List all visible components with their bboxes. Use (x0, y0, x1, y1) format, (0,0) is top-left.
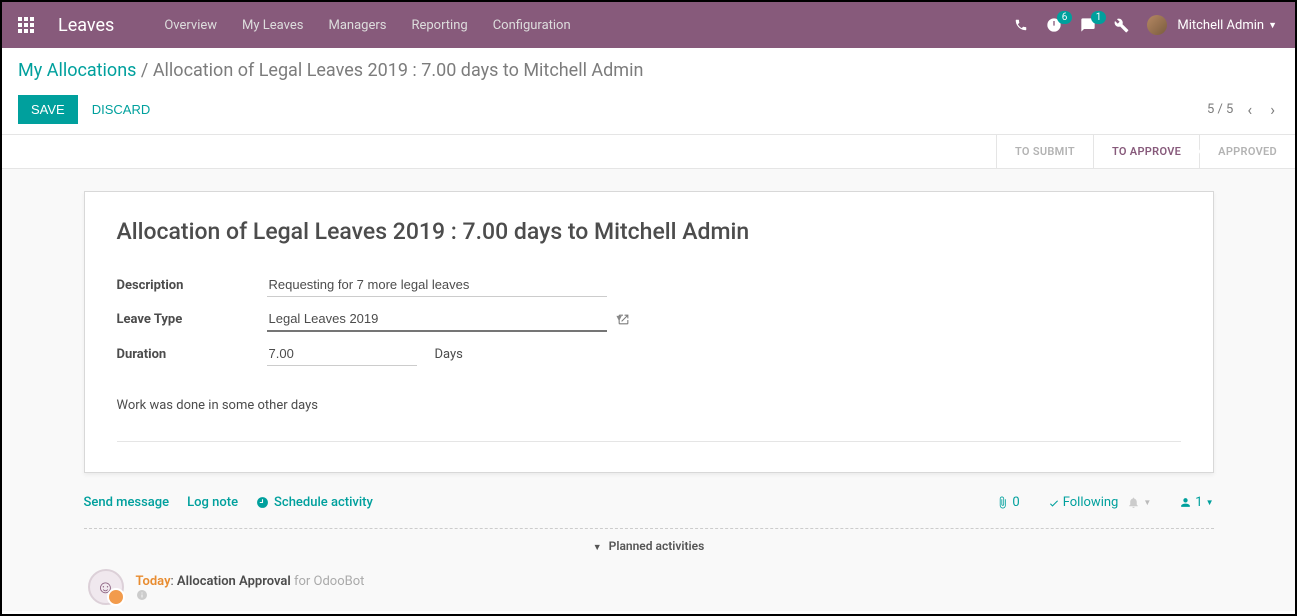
label-duration: Duration (117, 347, 267, 362)
discard-button[interactable]: DISCARD (92, 102, 151, 117)
activities-badge: 6 (1057, 11, 1073, 24)
phone-icon[interactable] (1014, 18, 1028, 32)
sheet-divider (117, 441, 1181, 442)
nav-overview[interactable]: Overview (164, 18, 217, 33)
external-link-icon[interactable] (617, 313, 630, 326)
app-brand[interactable]: Leaves (58, 15, 114, 36)
breadcrumb-root[interactable]: My Allocations (18, 60, 136, 81)
breadcrumb-current: Allocation of Legal Leaves 2019 : 7.00 d… (153, 60, 644, 81)
record-title: Allocation of Legal Leaves 2019 : 7.00 d… (117, 218, 1181, 245)
activity-text: Today: Allocation Approval for OdooBot (136, 574, 371, 601)
debug-icon[interactable] (1114, 18, 1129, 33)
nav-managers[interactable]: Managers (328, 18, 386, 33)
duration-input[interactable] (267, 342, 417, 366)
following-button[interactable]: Following ▼ (1048, 495, 1152, 510)
log-note-button[interactable]: Log note (187, 495, 238, 510)
messages-badge: 1 (1091, 11, 1107, 24)
followers-button[interactable]: 1 ▼ (1179, 495, 1213, 510)
caret-down-icon: ▼ (593, 543, 602, 553)
navbar-right: 6 1 Mitchell Admin ▼ (1014, 15, 1277, 35)
nav-my-leaves[interactable]: My Leaves (242, 18, 303, 33)
messages-icon[interactable]: 1 (1080, 17, 1096, 33)
clock-icon (256, 496, 269, 509)
nav-configuration[interactable]: Configuration (493, 18, 571, 33)
nav-reporting[interactable]: Reporting (411, 18, 467, 33)
chevron-down-icon: ▼ (1206, 498, 1214, 507)
activity-avatar: ☺ (88, 569, 124, 605)
apps-icon[interactable] (12, 17, 40, 33)
user-name: Mitchell Admin (1177, 18, 1264, 33)
pager-prev[interactable]: ‹ (1243, 100, 1256, 119)
label-description: Description (117, 278, 267, 293)
activities-icon[interactable]: 6 (1046, 17, 1062, 33)
activity-row[interactable]: ☺ Today: Allocation Approval for OdooBot (84, 563, 1214, 611)
reason-text[interactable]: Work was done in some other days (117, 398, 1181, 413)
avatar (1147, 15, 1167, 35)
info-icon[interactable] (136, 589, 371, 601)
save-button[interactable]: SAVE (18, 95, 78, 124)
send-message-button[interactable]: Send message (84, 495, 170, 510)
user-menu[interactable]: Mitchell Admin ▼ (1147, 15, 1277, 35)
status-approved[interactable]: APPROVED (1199, 135, 1295, 168)
statusbar: TO SUBMIT TO APPROVE APPROVED (2, 135, 1295, 169)
attachments-button[interactable]: 0 (996, 495, 1019, 510)
description-input[interactable] (267, 273, 607, 297)
status-to-submit[interactable]: TO SUBMIT (996, 135, 1093, 168)
status-to-approve[interactable]: TO APPROVE (1093, 135, 1199, 168)
top-navbar: Leaves Overview My Leaves Managers Repor… (2, 2, 1295, 48)
label-leave-type: Leave Type (117, 312, 267, 327)
form-area: Allocation of Legal Leaves 2019 : 7.00 d… (2, 169, 1295, 611)
duration-unit: Days (435, 347, 463, 362)
bell-icon[interactable] (1127, 496, 1140, 509)
control-panel: My Allocations / Allocation of Legal Lea… (2, 48, 1295, 135)
person-icon (1179, 496, 1192, 509)
breadcrumb: My Allocations / Allocation of Legal Lea… (18, 60, 1279, 81)
nav-menu: Overview My Leaves Managers Reporting Co… (164, 18, 570, 33)
check-icon (1048, 497, 1060, 509)
pager-text: 5 / 5 (1207, 102, 1233, 117)
planned-activities-header[interactable]: ▼ Planned activities (84, 529, 1214, 563)
chevron-down-icon: ▼ (1268, 20, 1277, 31)
form-sheet: Allocation of Legal Leaves 2019 : 7.00 d… (84, 191, 1214, 473)
chevron-down-icon: ▼ (1143, 498, 1151, 507)
pager-next[interactable]: › (1266, 100, 1279, 119)
schedule-activity-button[interactable]: Schedule activity (256, 495, 373, 510)
attachment-icon (996, 496, 1009, 509)
chatter: Send message Log note Schedule activity … (84, 495, 1214, 611)
leave-type-input[interactable] (267, 307, 607, 332)
